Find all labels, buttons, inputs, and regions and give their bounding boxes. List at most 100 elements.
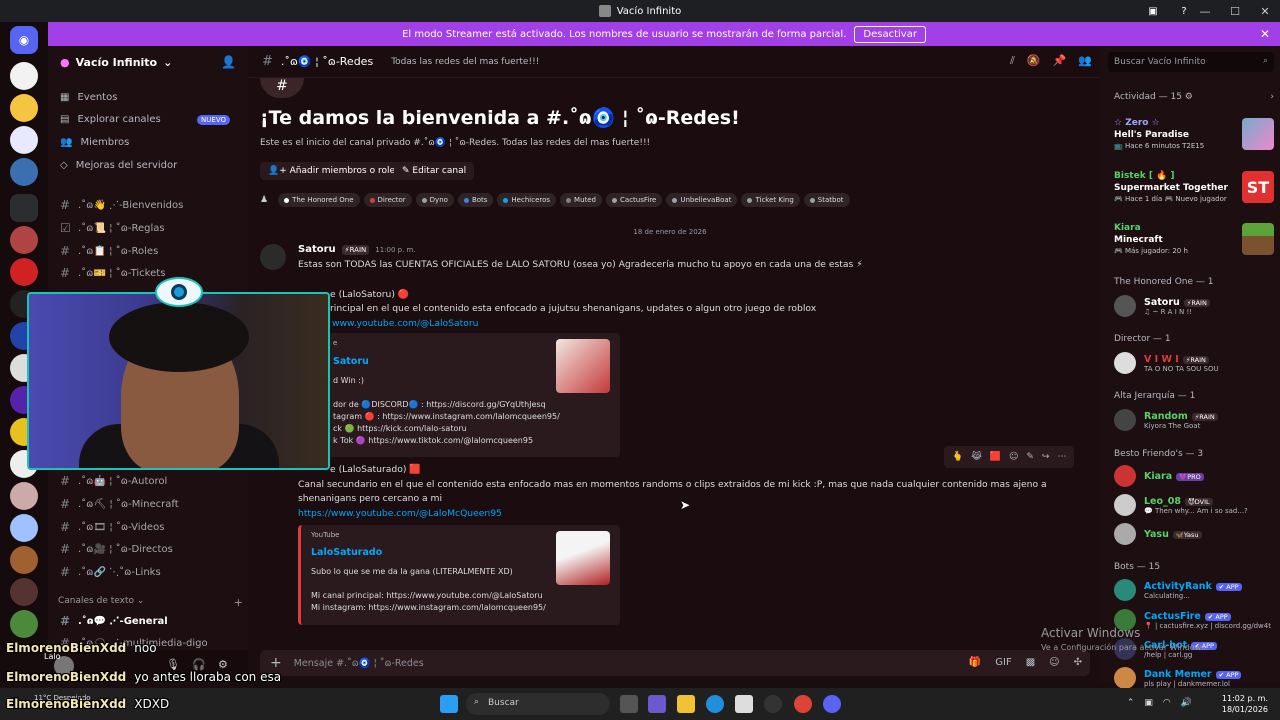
- discord-home-icon[interactable]: ◉: [10, 26, 38, 54]
- role-pill[interactable]: Hechiceros: [497, 193, 557, 207]
- search-input[interactable]: Buscar Vacío Infinito ⌕: [1108, 52, 1274, 72]
- server-icon[interactable]: [10, 546, 38, 574]
- edit-icon[interactable]: ✎: [1026, 452, 1034, 462]
- gift-icon[interactable]: 🎁: [969, 657, 981, 668]
- server-icon[interactable]: [10, 258, 38, 286]
- channel-item[interactable]: # .˚ɷ📋 ¦ ˚ɷ-Roles: [60, 244, 158, 258]
- channel-item[interactable]: # .˚ɷ🎫 ¦ ˚ɷ-Tickets: [60, 266, 165, 280]
- channel-item[interactable]: # .˚ɷ🎥 ¦ ˚ɷ-Directos: [60, 542, 173, 556]
- channel-item[interactable]: ☑ .˚ɷ📜 ¦ ˚ɷ-Reglas: [60, 221, 165, 235]
- volume-icon[interactable]: 🔊: [1181, 698, 1192, 708]
- role-pill[interactable]: Director: [363, 193, 412, 207]
- chevron-up-icon[interactable]: ⌃: [1127, 698, 1135, 708]
- attach-plus-icon[interactable]: +: [270, 655, 282, 671]
- channel-item[interactable]: # .˚ɷ🤖 ¦ ˚ɷ-Autorol: [60, 474, 167, 488]
- task-view-icon[interactable]: [620, 695, 638, 713]
- nav-members[interactable]: 👥 Miembros: [60, 137, 129, 148]
- taskbar-search[interactable]: ⌕ Buscar: [466, 693, 610, 715]
- member-item[interactable]: Random ⚡RAIN Kiyora The Goat: [1114, 406, 1278, 434]
- embed-thumbnail[interactable]: [556, 531, 610, 585]
- message-input[interactable]: Mensaje #.˚ɷ🧿 ¦ ˚ɷ-Redes: [294, 658, 424, 669]
- minimize-button[interactable]: —: [1190, 0, 1220, 22]
- notifications-muted-icon[interactable]: 🔕: [1027, 54, 1041, 68]
- sticker-icon[interactable]: ▩: [1026, 657, 1035, 668]
- embed-title[interactable]: Satoru: [333, 356, 369, 367]
- embed-title[interactable]: LaloSaturado: [311, 547, 382, 558]
- embed-thumbnail[interactable]: [556, 339, 610, 393]
- pin-icon[interactable]: 📌: [1053, 54, 1067, 68]
- activity-card[interactable]: ☆ Zero ☆ Hell's Paradise 📺 Hace 6 minuto…: [1114, 118, 1274, 150]
- chrome-icon[interactable]: [794, 695, 812, 713]
- member-item[interactable]: Leo_08 😈DVIL 💬 Then why... Am i so sad...?: [1114, 491, 1278, 519]
- member-item[interactable]: Yasu 🦋Yasu: [1114, 520, 1278, 548]
- server-icon[interactable]: [10, 514, 38, 542]
- member-item[interactable]: V I W I ⚡RAIN TA O NO TA SOU SOU: [1114, 349, 1278, 377]
- channel-item-active[interactable]: # .˚ɷ💬 ⋰-General: [60, 614, 168, 628]
- avatar[interactable]: [260, 244, 286, 270]
- message-link[interactable]: https://www.youtube.com/@LaloMcQueen95: [298, 508, 502, 519]
- role-pill[interactable]: Dyno: [415, 193, 454, 207]
- channel-item[interactable]: # .˚ɷ🎞 ¦ ˚ɷ-Videos: [60, 520, 164, 534]
- reaction-icon[interactable]: 😹: [971, 452, 982, 462]
- message-author[interactable]: Satoru: [298, 244, 336, 255]
- role-pill[interactable]: Bots: [457, 193, 494, 207]
- role-pill[interactable]: Ticket King: [741, 193, 800, 207]
- reply-icon[interactable]: ↪: [1042, 452, 1050, 462]
- copilot-icon[interactable]: [648, 695, 666, 713]
- windows-start-icon[interactable]: [440, 695, 458, 713]
- member-list-icon[interactable]: 👥: [1078, 54, 1092, 68]
- message-link[interactable]: www.youtube.com/@LaloSatoru: [332, 318, 478, 329]
- add-members-roles-button[interactable]: 👤+ Añadir miembros o roles: [260, 162, 408, 180]
- channel-item[interactable]: # .˚ɷ⛏ ¦ ˚ɷ-Minecraft: [60, 497, 179, 511]
- wifi-icon[interactable]: ◠: [1163, 698, 1171, 708]
- role-pill[interactable]: CactusFire: [606, 193, 663, 207]
- role-pill[interactable]: The Honored One: [278, 193, 360, 207]
- server-icon[interactable]: [10, 126, 38, 154]
- discord-icon[interactable]: [823, 695, 841, 713]
- reaction-icon[interactable]: 🟥: [990, 452, 1001, 462]
- app-tray-icon[interactable]: ▣: [1144, 698, 1153, 708]
- channel-item[interactable]: # .˚ɷ👋 ⋰-Bienvenidos: [60, 198, 183, 212]
- more-icon[interactable]: ⋯: [1057, 452, 1066, 462]
- nav-events[interactable]: ▦ Eventos: [60, 92, 117, 103]
- server-icon[interactable]: [10, 158, 38, 186]
- member-item[interactable]: Satoru ⚡RAIN ♫ ~ R A I N !!: [1114, 292, 1278, 320]
- file-explorer-icon[interactable]: [677, 695, 695, 713]
- reaction-icon[interactable]: 🫰: [952, 452, 963, 462]
- inbox-icon[interactable]: ▣: [1145, 3, 1161, 19]
- role-pill[interactable]: Muted: [560, 193, 603, 207]
- activity-card[interactable]: Bistek [ 🔥 ] Supermarket Together 🎮 Hace…: [1114, 171, 1274, 203]
- nav-boosts[interactable]: ◇ Mejoras del servidor: [60, 160, 177, 171]
- server-icon[interactable]: [10, 578, 38, 606]
- server-icon[interactable]: [10, 94, 38, 122]
- nav-explore[interactable]: ▤ Explorar canales NUEVO: [60, 114, 240, 125]
- channel-topic[interactable]: Todas las redes del mas fuerte!!!: [391, 57, 539, 67]
- taskbar-clock[interactable]: 11:02 p. m. 18/01/2026: [1222, 693, 1268, 715]
- role-pill[interactable]: Statbot: [803, 193, 850, 207]
- maximize-button[interactable]: ☐: [1220, 0, 1250, 22]
- store-icon[interactable]: [735, 695, 753, 713]
- threads-icon[interactable]: ⫽: [1010, 54, 1015, 68]
- close-button[interactable]: ✕: [1250, 0, 1280, 22]
- category-text-channels[interactable]: Canales de texto ⌄ +: [58, 596, 243, 609]
- add-member-icon[interactable]: 👤: [221, 55, 236, 69]
- folder-icon[interactable]: [10, 194, 38, 222]
- app-icon[interactable]: [764, 695, 782, 713]
- activity-card[interactable]: Kiara Minecraft 🎮 Más jugador: 20 h: [1114, 223, 1274, 255]
- edge-icon[interactable]: [706, 695, 724, 713]
- disable-streamer-button[interactable]: Desactivar: [854, 25, 926, 43]
- server-icon[interactable]: [10, 226, 38, 254]
- add-channel-icon[interactable]: +: [234, 596, 243, 609]
- guild-header[interactable]: ● Vacío Infinito ⌄ 👤: [48, 46, 248, 78]
- emoji-icon[interactable]: ☺: [1049, 657, 1059, 668]
- activity-header[interactable]: Actividad — 15 ⚙ ›: [1114, 92, 1274, 102]
- close-icon[interactable]: ✕: [1260, 27, 1270, 41]
- member-item[interactable]: ActivityRank ✔ APP Calculating...: [1114, 576, 1278, 604]
- channel-item[interactable]: # .˚ɷ🔗 ⋱˚ɷ-Links: [60, 565, 161, 579]
- apps-icon[interactable]: ✣: [1074, 657, 1082, 668]
- edit-channel-button[interactable]: ✎ Editar canal: [394, 162, 475, 180]
- member-item[interactable]: Kiara 💜PRO: [1114, 462, 1278, 490]
- server-icon[interactable]: [10, 482, 38, 510]
- role-pill[interactable]: UnbelievaBoat: [666, 193, 738, 207]
- server-icon[interactable]: [10, 62, 38, 90]
